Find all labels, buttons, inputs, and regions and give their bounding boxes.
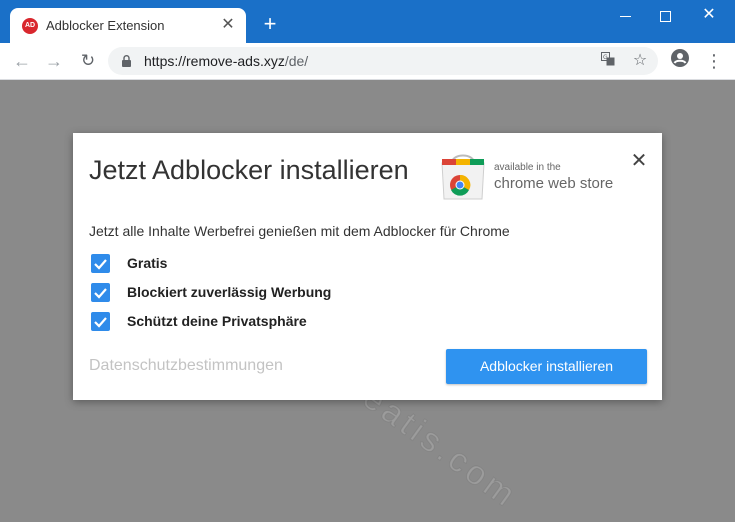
browser-toolbar: ← → ↻ https://remove-ads.xyz/de/ G ☆ ⋮ (0, 43, 735, 80)
reload-icon[interactable]: ↻ (76, 49, 100, 73)
url-path: /de/ (284, 53, 309, 69)
install-adblocker-button[interactable]: Adblocker installieren (446, 349, 647, 384)
checkmark-icon (91, 254, 110, 273)
forward-arrow-icon[interactable]: → (42, 49, 66, 73)
feature-label: Schützt deine Privatsphäre (127, 313, 307, 329)
privacy-policy-link[interactable]: Datenschutzbestimmungen (89, 357, 283, 375)
adblock-favicon-icon: AD (22, 18, 38, 34)
star-icon[interactable]: ☆ (630, 51, 650, 71)
close-window-icon[interactable]: ✕ (694, 4, 724, 26)
tab-title: Adblocker Extension (46, 18, 165, 33)
lock-icon (122, 55, 131, 67)
back-arrow-icon[interactable]: ← (10, 49, 34, 73)
dialog-close-icon[interactable]: ✕ (629, 151, 649, 171)
dialog-subtitle: Jetzt alle Inhalte Werbefrei genießen mi… (89, 223, 510, 239)
svg-text:G: G (603, 54, 608, 61)
checkmark-icon (91, 283, 110, 302)
dialog-title: Jetzt Adblocker installieren (89, 155, 409, 185)
browser-titlebar: AD Adblocker Extension ✕ + ✕ (0, 0, 735, 43)
profile-icon[interactable] (668, 49, 692, 73)
store-badge-small-text: available in the (494, 162, 561, 173)
translate-icon[interactable]: G (598, 51, 618, 71)
url-host: https://remove-ads.xyz (144, 53, 285, 69)
menu-icon[interactable]: ⋮ (702, 49, 726, 73)
maximize-window-icon[interactable] (650, 4, 680, 26)
feature-label: Gratis (127, 255, 168, 271)
chrome-web-store-icon (441, 154, 485, 200)
url-text[interactable]: https://remove-ads.xyz/de/ (144, 53, 308, 69)
minimize-window-icon[interactable] (610, 4, 640, 26)
install-dialog: Jetzt Adblocker installieren available i… (73, 133, 662, 400)
new-tab-icon[interactable]: + (258, 12, 282, 36)
browser-tab[interactable]: AD Adblocker Extension ✕ (10, 8, 246, 43)
address-bar[interactable]: https://remove-ads.xyz/de/ G ☆ (108, 47, 658, 75)
tab-close-icon[interactable]: ✕ (218, 15, 238, 35)
feature-label: Blockiert zuverlässig Werbung (127, 284, 332, 300)
chrome-web-store-badge[interactable]: available in the chrome web store (438, 147, 628, 205)
checkmark-icon (91, 312, 110, 331)
store-badge-big-text: chrome web store (494, 175, 614, 192)
